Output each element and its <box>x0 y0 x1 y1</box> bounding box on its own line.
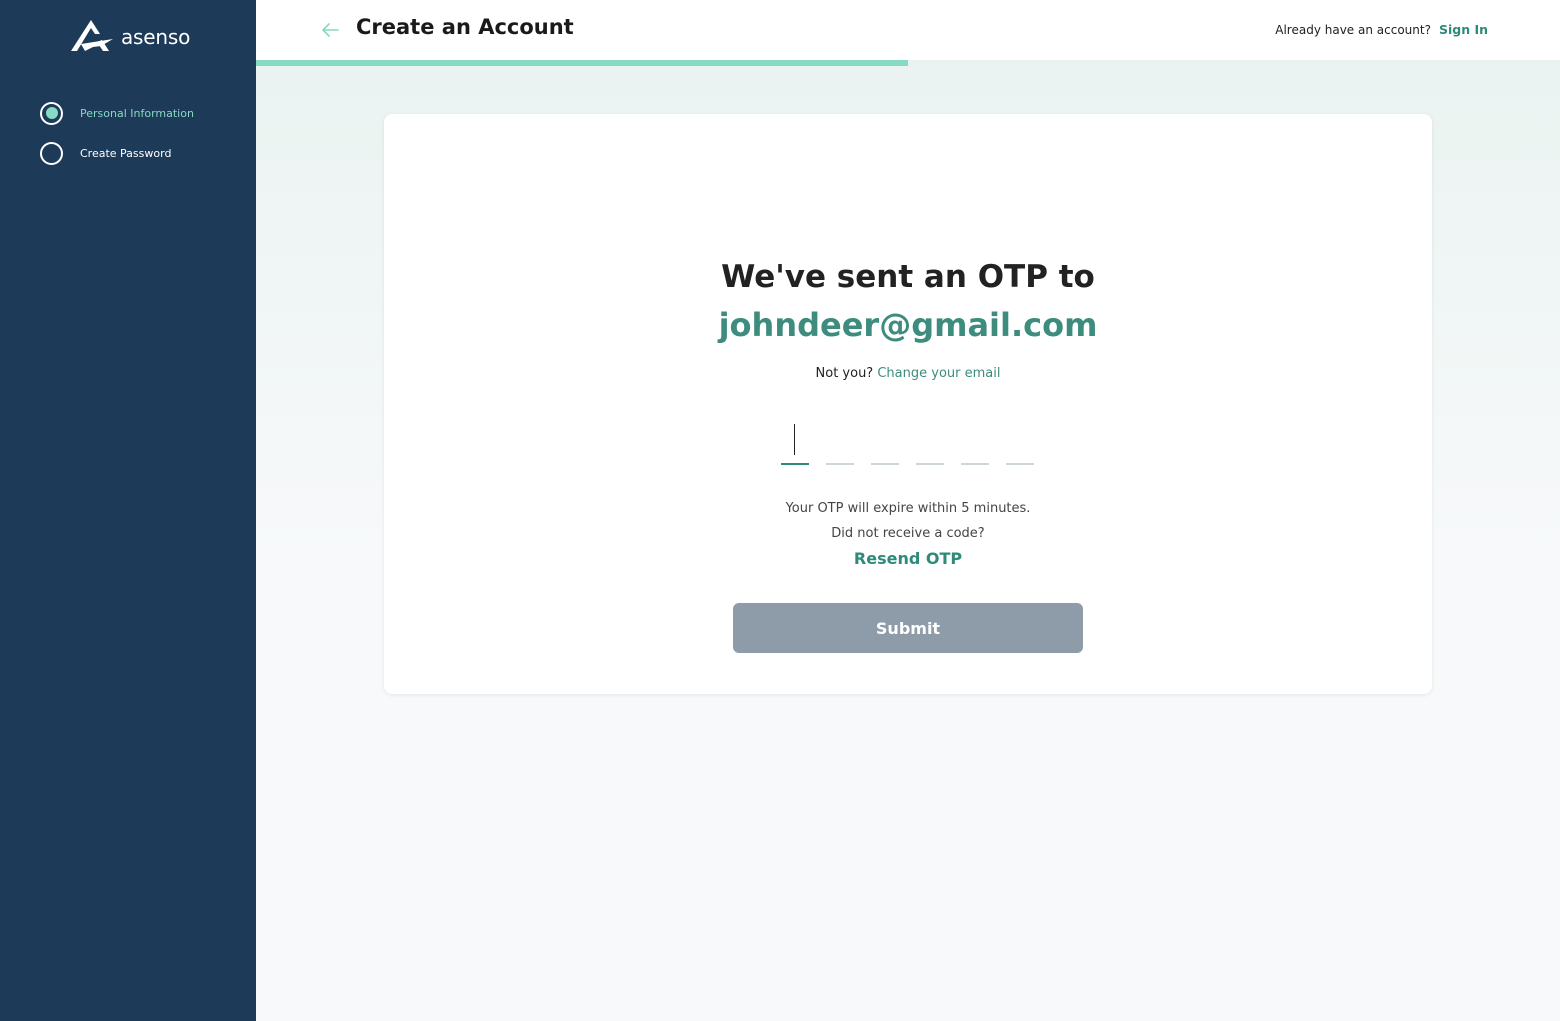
step-indicator-icon <box>40 141 63 165</box>
stepper: Personal Information Create Password <box>40 101 194 181</box>
otp-expire-text: Your OTP will expire within 5 minutes. <box>785 501 1031 516</box>
submit-button[interactable]: Submit <box>733 603 1083 653</box>
otp-digit-4[interactable] <box>916 422 944 465</box>
otp-input-group <box>781 422 1051 465</box>
otp-headline: We've sent an OTP to <box>721 259 1095 295</box>
top-header: Create an Account Already have an accoun… <box>256 0 1560 60</box>
step-create-password[interactable]: Create Password <box>40 141 194 165</box>
brand-logo[interactable]: asenso <box>71 20 190 52</box>
otp-digit-2[interactable] <box>826 422 854 465</box>
step-label: Personal Information <box>80 106 194 120</box>
otp-email: johndeer@gmail.com <box>718 306 1098 344</box>
otp-digit-1[interactable] <box>781 422 809 465</box>
otp-digit-6[interactable] <box>1006 422 1034 465</box>
already-account-text: Already have an account? <box>1275 22 1431 37</box>
text-caret <box>794 424 795 455</box>
not-you-line: Not you? Change your email <box>384 366 1432 381</box>
otp-digit-5[interactable] <box>961 422 989 465</box>
step-active-indicator-icon <box>40 101 63 125</box>
resend-otp-link[interactable]: Resend OTP <box>854 549 962 568</box>
arrow-left-icon[interactable] <box>320 21 340 39</box>
not-you-text: Not you? <box>815 366 874 381</box>
sign-in-link[interactable]: Sign In <box>1439 22 1488 37</box>
resend-otp-wrap: Resend OTP <box>384 549 1432 568</box>
page-title: Create an Account <box>356 15 574 39</box>
otp-digit-3[interactable] <box>871 422 899 465</box>
brand-name: asenso <box>121 25 191 49</box>
otp-card: We've sent an OTP to johndeer@gmail.com … <box>384 114 1432 694</box>
change-email-link[interactable]: Change your email <box>877 366 1000 381</box>
no-code-text: Did not receive a code? <box>831 526 985 541</box>
asenso-logo-icon <box>71 20 113 51</box>
signin-prompt: Already have an account? Sign In <box>1275 22 1488 37</box>
step-label: Create Password <box>80 146 172 160</box>
sidebar: asenso Personal Information Create Passw… <box>0 0 256 1021</box>
step-personal-information[interactable]: Personal Information <box>40 101 194 125</box>
